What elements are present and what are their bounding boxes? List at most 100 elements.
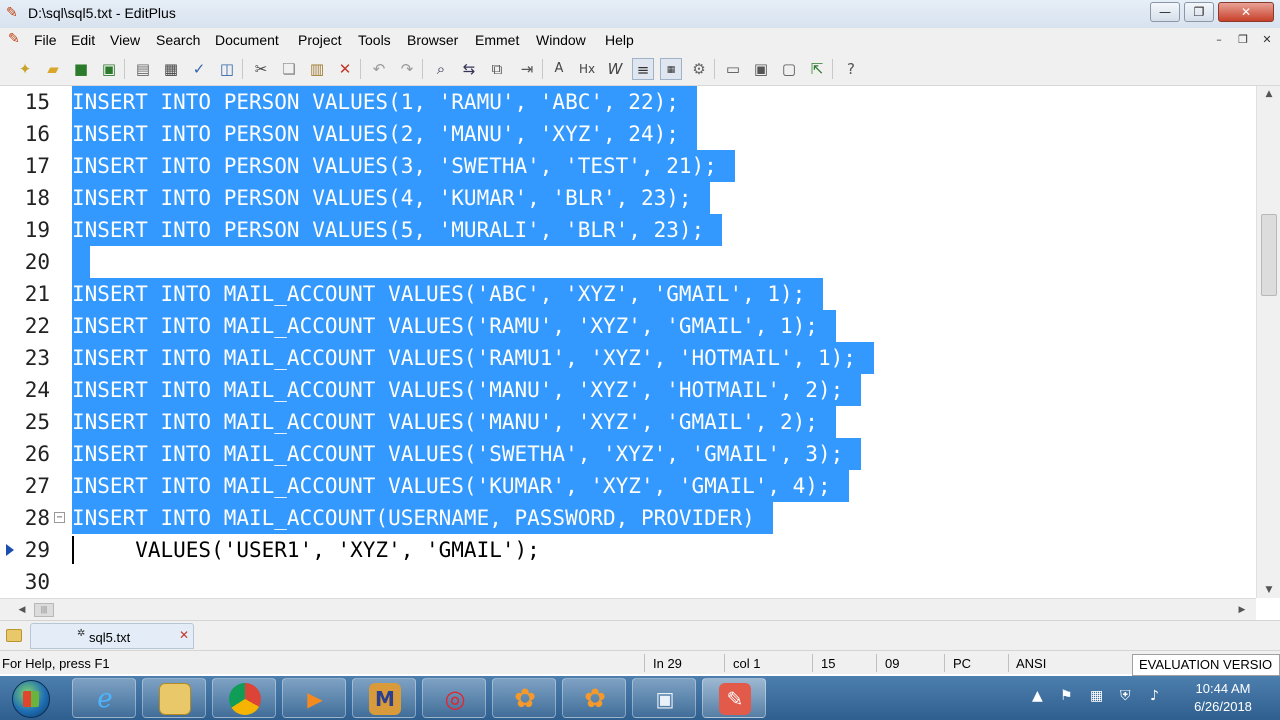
mdi-close-icon[interactable]: ✕ [1258,32,1276,48]
code-line[interactable]: 30 [0,566,1256,598]
line-number-icon[interactable]: ≡ [632,58,654,80]
code-line[interactable]: 26 INSERT INTO MAIL_ACCOUNT VALUES('SWETH… [0,438,1256,470]
open-folder-icon[interactable]: ▰ [42,58,64,80]
code-line[interactable]: 23 INSERT INTO MAIL_ACCOUNT VALUES('RAMU1… [0,342,1256,374]
taskbar-app-flower-1[interactable]: ✿ [492,678,556,718]
code-line[interactable]: 17 INSERT INTO PERSON VALUES(3, 'SWETHA',… [0,150,1256,182]
menu-document[interactable]: Document [215,32,279,48]
help-pointer-icon[interactable]: ? [840,58,862,80]
menu-help[interactable]: Help [605,32,634,48]
spell-check-icon[interactable]: ✓ [188,58,210,80]
status-column: col 1 [733,656,761,671]
taskbar-internet-explorer[interactable]: e [72,678,136,718]
save-icon[interactable]: ■ [70,58,92,80]
cliptext-window-icon[interactable]: ▣ [750,58,772,80]
code-line[interactable]: 16 INSERT INTO PERSON VALUES(2, 'MANU', '… [0,118,1256,150]
print-icon[interactable]: ▦ [160,58,182,80]
replace-icon[interactable]: ⇆ [458,58,480,80]
code-text: INSERT INTO PERSON VALUES(5, 'MURALI', '… [72,214,723,246]
scroll-down-icon[interactable]: ▼ [1261,582,1277,598]
scroll-right-icon[interactable]: ▶ [1234,602,1250,618]
document-pencil-icon: ✎ [8,31,20,47]
document-tab[interactable]: ✲ sql5.txt ✕ [30,623,194,649]
line-number: 25 [24,410,50,434]
internet-explorer-icon: e [97,684,113,714]
paste-icon[interactable]: ▥ [306,58,328,80]
volume-icon[interactable]: ♪ [1150,688,1159,704]
mdi-restore-icon[interactable]: ❐ [1234,32,1252,48]
code-line[interactable]: 27 INSERT INTO MAIL_ACCOUNT VALUES('KUMAR… [0,470,1256,502]
redo-icon[interactable]: ↷ [396,58,418,80]
taskbar-app-window[interactable]: ▣ [632,678,696,718]
horizontal-scrollbar[interactable]: ◀ ||| ▶ [0,598,1256,620]
line-number: 19 [24,218,50,242]
menu-search[interactable]: Search [156,32,200,48]
undo-icon[interactable]: ↶ [368,58,390,80]
code-editor[interactable]: 15 INSERT INTO PERSON VALUES(1, 'RAMU', '… [0,86,1256,598]
system-clock[interactable]: 10:44 AM 6/26/2018 [1180,680,1266,716]
code-line[interactable]: 24 INSERT INTO MAIL_ACCOUNT VALUES('MANU'… [0,374,1256,406]
save-all-icon[interactable]: ▣ [98,58,120,80]
new-file-icon[interactable]: ✦ [14,58,36,80]
menu-file[interactable]: File [34,32,57,48]
scroll-up-icon[interactable]: ▲ [1261,86,1277,102]
line-number: 30 [24,570,50,594]
copy-icon[interactable]: ❏ [278,58,300,80]
scroll-left-icon[interactable]: ◀ [14,602,30,618]
vertical-scrollbar[interactable]: ▲ ▼ [1256,86,1280,598]
taskbar-airtel[interactable]: ◎ [422,678,486,718]
status-line: In 29 [653,656,682,671]
find-in-files-icon[interactable]: ⧉ [486,58,508,80]
security-icon[interactable]: ⛨ [1120,688,1131,704]
taskbar-editplus[interactable]: ✎ [702,678,766,718]
full-screen-icon[interactable]: ⇱ [806,58,828,80]
mdi-minimize-icon[interactable]: – [1210,32,1228,48]
minimize-button[interactable]: — [1150,2,1180,22]
horizontal-scroll-thumb[interactable]: ||| [34,603,54,617]
hex-viewer-icon[interactable]: Hx [576,58,598,80]
menu-project[interactable]: Project [298,32,342,48]
clock-date: 6/26/2018 [1194,699,1252,714]
ruler-icon[interactable]: ▦ [660,58,682,80]
code-line[interactable]: 29 VALUES('USER1', 'XYZ', 'GMAIL'); [0,534,1256,566]
code-line[interactable]: 20 [0,246,1256,278]
close-button[interactable]: ✕ [1218,2,1274,22]
code-line[interactable]: 19 INSERT INTO PERSON VALUES(5, 'MURALI',… [0,214,1256,246]
settings-gear-icon[interactable]: ⚙ [688,58,710,80]
menu-edit[interactable]: Edit [71,32,95,48]
fold-collapse-icon[interactable]: − [54,512,65,523]
print-preview-icon[interactable]: ▤ [132,58,154,80]
network-icon[interactable]: ▦ [1090,688,1103,704]
output-window-icon[interactable]: ▢ [778,58,800,80]
code-line[interactable]: 22 INSERT INTO MAIL_ACCOUNT VALUES('RAMU'… [0,310,1256,342]
find-icon[interactable]: ⌕ [430,58,452,80]
menu-emmet[interactable]: Emmet [475,32,519,48]
word-wrap-icon[interactable]: W [604,58,626,80]
maximize-button[interactable]: ❐ [1184,2,1214,22]
browser-preview-icon[interactable]: ◫ [216,58,238,80]
directory-window-icon[interactable]: ▭ [722,58,744,80]
menu-tools[interactable]: Tools [358,32,391,48]
tab-close-icon[interactable]: ✕ [179,628,189,642]
code-line[interactable]: 15 INSERT INTO PERSON VALUES(1, 'RAMU', '… [0,86,1256,118]
taskbar-file-explorer[interactable] [142,678,206,718]
action-center-icon[interactable]: ⚑ [1060,688,1073,704]
menu-view[interactable]: View [110,32,140,48]
taskbar-media-player[interactable]: ▶ [282,678,346,718]
code-line[interactable]: 28− INSERT INTO MAIL_ACCOUNT(USERNAME, PA… [0,502,1256,534]
taskbar-app-m[interactable]: M [352,678,416,718]
taskbar-chrome[interactable] [212,678,276,718]
code-line[interactable]: 21 INSERT INTO MAIL_ACCOUNT VALUES('ABC',… [0,278,1256,310]
code-line[interactable]: 18 INSERT INTO PERSON VALUES(4, 'KUMAR', … [0,182,1256,214]
code-line[interactable]: 25 INSERT INTO MAIL_ACCOUNT VALUES('MANU'… [0,406,1256,438]
menu-window[interactable]: Window [536,32,586,48]
folder-icon[interactable] [6,629,22,642]
font-icon[interactable]: A [548,58,570,80]
vertical-scroll-thumb[interactable] [1261,214,1277,296]
show-hidden-icons-icon[interactable]: ▲ [1032,688,1043,704]
cut-icon[interactable]: ✂ [250,58,272,80]
goto-icon[interactable]: ⇥ [516,58,538,80]
taskbar-app-flower-2[interactable]: ✿ [562,678,626,718]
menu-browser[interactable]: Browser [407,32,458,48]
delete-icon[interactable]: ✕ [334,58,356,80]
